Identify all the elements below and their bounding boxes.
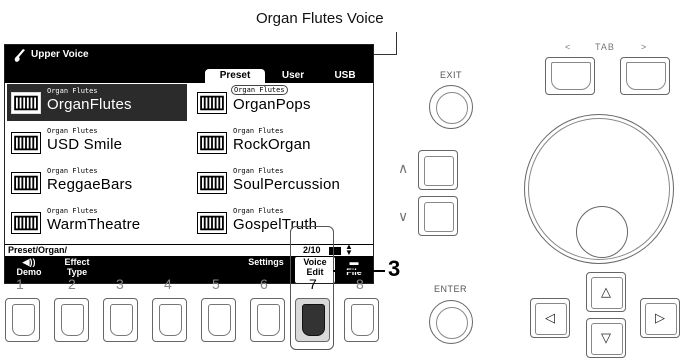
voice-name: ReggaeBars [47,176,133,193]
voice-category: Organ Flutes [47,87,98,95]
tab-left-button[interactable] [545,57,595,95]
screen-button-5[interactable] [201,298,236,342]
cursor-down-button[interactable]: ▽ [586,318,626,358]
voice-category: Organ Flutes [233,207,284,215]
step-number: 3 [388,256,401,281]
tab-right-arrow: > [641,42,648,52]
button-number-6: 6 [260,276,268,292]
button-number-5: 5 [212,276,220,292]
exit-button[interactable] [429,85,473,129]
tab-usb[interactable]: USB [321,69,369,83]
voice-path: Preset/Organ/ [8,245,68,255]
button-number-4: 4 [164,276,172,292]
page-up-down-icon[interactable]: ▲ ▼ [345,243,353,257]
cursor-right-button[interactable]: ▷ [640,298,680,338]
triangle-right-icon: ▷ [655,310,665,325]
button-number-1: 1 [16,276,24,292]
data-dial-knob[interactable] [576,206,628,258]
voice-name: OrganFlutes [47,96,132,113]
function-label: Demo [16,267,42,277]
voice-category: Organ Flutes [233,167,284,175]
tab-user[interactable]: User [267,69,319,83]
voice-item-warmtheatre[interactable]: Organ Flutes WarmTheatre [7,204,187,241]
organ-icon [11,212,41,234]
voice-item-usd-smile[interactable]: Organ Flutes USD Smile [7,124,187,161]
function-demo[interactable]: ◀)) Demo [9,257,49,283]
screen-button-2[interactable] [54,298,89,342]
function-effect-type[interactable]: Effect Type [55,257,99,283]
screen-button-7[interactable] [295,298,330,342]
down-button[interactable] [418,196,458,236]
organ-icon [197,212,227,234]
callout-title: Organ Flutes Voice [256,10,384,27]
button-number-8: 8 [356,276,364,292]
folder-icon: ▬ [349,257,359,267]
function-label: Effect [64,257,90,267]
enter-label: ENTER [434,284,468,294]
screen-button-4[interactable] [152,298,187,342]
button-number-2: 2 [68,276,76,292]
voice-item-rockorgan[interactable]: Organ Flutes RockOrgan [193,124,373,161]
speaker-icon: ◀)) [22,257,36,267]
organ-icon [11,172,41,194]
up-chevron-icon: ∧ [398,160,409,176]
triangle-up-icon: △ [601,284,611,299]
exit-label: EXIT [440,70,463,80]
voice-item-gospeltruth[interactable]: Organ Flutes GospelTruth [193,204,373,241]
voice-category: Organ Flutes [231,85,288,95]
voice-category: Organ Flutes [47,167,98,175]
callout-leader-line-horizontal [372,54,397,55]
screen-button-6[interactable] [250,298,285,342]
organ-icon [11,132,41,154]
screen-button-8[interactable] [344,298,379,342]
tab-preset[interactable]: Preset [205,69,265,83]
triangle-left-icon: ◁ [545,310,555,325]
up-button[interactable] [418,150,458,190]
callout-leader-line [396,32,397,55]
down-chevron-icon: ∨ [398,208,409,224]
screen-title-bar: Upper Voice [5,45,373,66]
voice-name: RockOrgan [233,136,311,153]
tab-right-button[interactable] [620,57,670,95]
voice-name: SoulPercussion [233,176,341,193]
voice-item-organflutes[interactable]: Organ Flutes OrganFlutes [7,84,187,121]
function-label: File [346,267,362,277]
cursor-up-button[interactable]: △ [586,272,626,312]
function-label: Type [66,267,88,277]
tab-label: TAB [595,42,615,52]
voice-item-soulpercussion[interactable]: Organ Flutes SoulPercussion [193,164,373,201]
step-leader-line [333,270,385,272]
organ-icon [197,172,227,194]
button-number-3: 3 [116,276,124,292]
voice-item-reggaebars[interactable]: Organ Flutes ReggaeBars [7,164,187,201]
voice-item-organpops[interactable]: Organ Flutes OrganPops [193,84,373,121]
organ-icon [11,92,41,114]
organ-icon [197,92,227,114]
voice-name: USD Smile [47,136,123,153]
voice-category: Organ Flutes [47,127,98,135]
voice-name: WarmTheatre [47,216,141,233]
screen-button-1[interactable] [5,298,40,342]
tab-left-arrow: < [565,42,572,52]
cursor-left-button[interactable]: ◁ [530,298,570,338]
button-number-7: 7 [309,276,317,292]
voice-category: Organ Flutes [47,207,98,215]
guitar-icon [14,49,25,62]
voice-category: Organ Flutes [233,127,284,135]
screen-button-3[interactable] [103,298,138,342]
screen-title: Upper Voice [31,49,89,60]
voice-name: OrganPops [233,96,311,113]
enter-button[interactable] [429,300,473,344]
organ-icon [197,132,227,154]
function-label: Settings [248,257,284,267]
triangle-down-icon: ▽ [601,330,611,345]
